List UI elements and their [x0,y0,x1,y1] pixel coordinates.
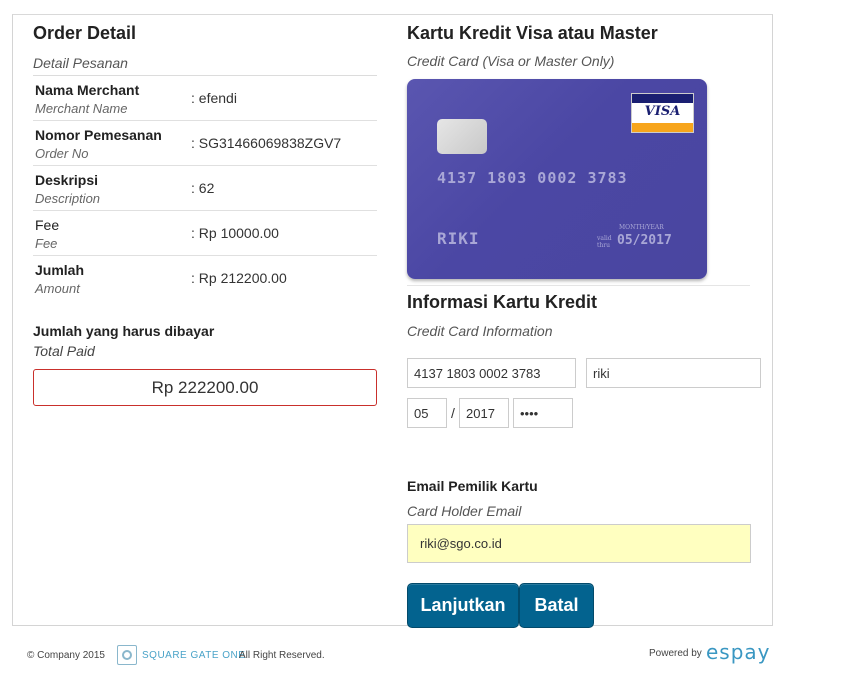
amount-value: : Rp 212200.00 [191,270,287,286]
order-no-label: Nomor Pemesanan [35,127,162,143]
total-paid-label-en: Total Paid [33,343,95,359]
merchant-name-label: Nama Merchant [35,82,140,98]
card-info-title: Informasi Kartu Kredit [407,292,598,312]
description-value: : 62 [191,180,215,196]
visa-logo: VISA [631,93,694,133]
checkout-panel: Order Detail Detail Pesanan Nama Merchan… [12,14,773,628]
amount-label: Jumlah [35,262,85,278]
merchant-name-value: : efendi [191,90,237,106]
footer: © Company 2015 SQUARE GATE ONE All Right… [0,640,866,670]
card-month-year-label: MONTH/YEAR [619,224,664,231]
rights-text: All Right Reserved. [239,650,325,661]
amount-row: Jumlah Amount : Rp 212200.00 [33,256,377,301]
company-name: SQUARE GATE ONE [142,650,246,661]
description-row: Deskripsi Description : 62 [33,166,377,211]
email-input[interactable] [407,524,751,563]
section-divider [407,285,750,286]
square-gate-one-logo-icon [117,645,137,665]
card-valid-thru-label: valid thru [597,235,612,249]
order-detail-title: Order Detail [33,23,137,43]
fee-row: Fee Fee : Rp 10000.00 [33,211,377,256]
fee-value: : Rp 10000.00 [191,225,279,241]
card-info-subtitle: Credit Card Information [407,323,553,339]
amount-label-en: Amount [35,281,80,296]
cancel-button[interactable]: Batal [519,583,594,628]
total-paid-value: Rp 222200.00 [33,369,377,406]
card-number-input[interactable] [407,358,576,388]
expiry-year-input[interactable] [459,398,509,428]
order-no-value: : SG31466069838ZGV7 [191,135,342,151]
credit-card-preview: VISA 4137 1803 0002 3783 RIKI MONTH/YEAR… [407,79,707,279]
merchant-name-label-en: Merchant Name [35,101,128,116]
card-chip-icon [437,119,487,154]
description-label-en: Description [35,191,101,206]
credit-card-title: Kartu Kredit Visa atau Master [407,23,658,43]
order-detail-subtitle: Detail Pesanan [33,51,377,76]
copyright-text: © Company 2015 [27,650,105,661]
date-separator: / [451,405,455,421]
merchant-name-row: Nama Merchant Merchant Name : efendi [33,76,377,121]
order-no-row: Nomor Pemesanan Order No : SG31466069838… [33,121,377,166]
fee-label-en: Fee [35,236,58,251]
continue-button[interactable]: Lanjutkan [407,583,519,628]
credit-card-section: Kartu Kredit Visa atau Master Credit Car… [407,23,761,628]
credit-card-subtitle: Credit Card (Visa or Master Only) [407,53,615,69]
fee-label: Fee [35,217,60,233]
description-label: Deskripsi [35,172,99,188]
espay-logo[interactable]: espay [706,640,771,664]
powered-by-text: Powered by [649,648,702,659]
order-no-label-en: Order No [35,146,89,161]
order-detail-section: Order Detail Detail Pesanan Nama Merchan… [33,23,377,406]
total-paid-label: Jumlah yang harus dibayar [33,323,215,339]
email-label-en: Card Holder Email [407,503,522,519]
card-expiry-display: 05/2017 [617,233,672,248]
email-label: Email Pemilik Kartu [407,478,538,494]
card-holder-display: RIKI [437,229,480,248]
cvv-input[interactable] [513,398,573,428]
card-number-display: 4137 1803 0002 3783 [437,169,628,187]
card-holder-name-input[interactable] [586,358,761,388]
expiry-month-input[interactable] [407,398,447,428]
